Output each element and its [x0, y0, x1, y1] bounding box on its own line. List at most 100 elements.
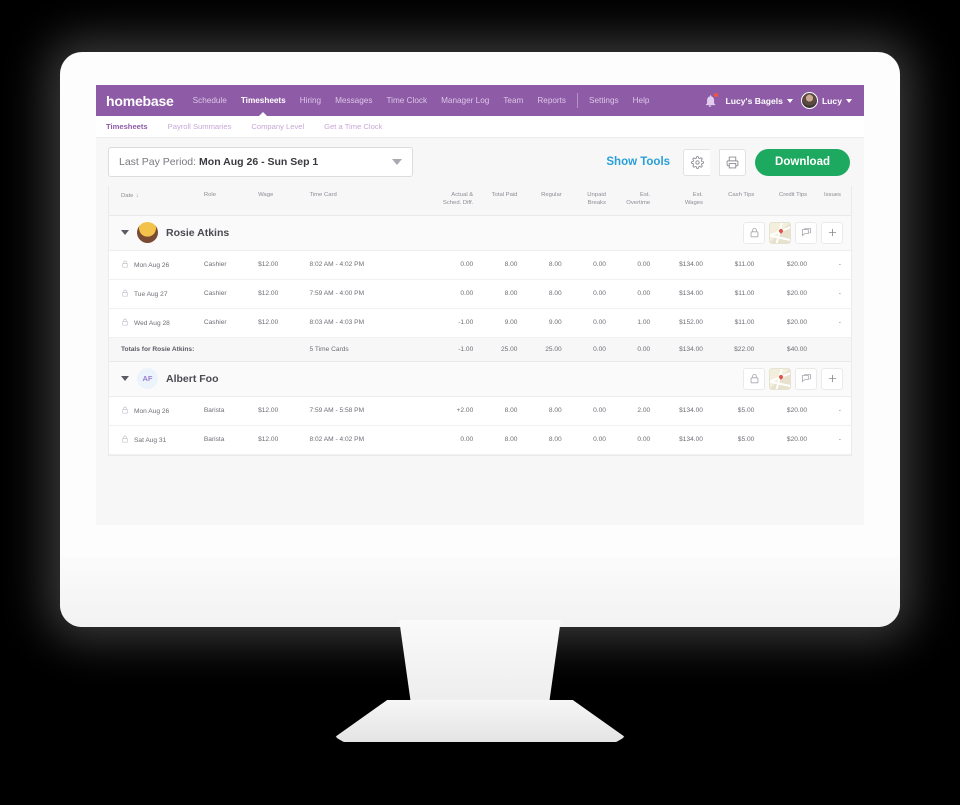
table-row[interactable]: Wed Aug 28 Cashier $12.00 8:03 AM - 4:03 PM… [109, 308, 851, 338]
add-button[interactable] [821, 367, 843, 390]
user-name: Lucy [821, 95, 842, 106]
user-menu[interactable]: Lucy [800, 92, 852, 109]
nav-item-messages[interactable]: Messages [328, 85, 379, 116]
col-header-unpaid-breaks[interactable]: Unpaid Breaks [567, 186, 612, 216]
cell-regular: 8.00 [523, 396, 568, 426]
nav-item-settings[interactable]: Settings [582, 85, 626, 116]
col-header-wage[interactable]: Wage [258, 186, 310, 216]
col-header-date[interactable]: Date ↓ [109, 186, 204, 216]
lock-button[interactable] [743, 367, 765, 390]
cell-role: Barista [203, 425, 259, 455]
employee-name: Rosie Atkins [166, 226, 230, 239]
col-header-cash-tips[interactable]: Cash Tips [708, 186, 761, 216]
col-header-est-wages[interactable]: Est. Wages [656, 186, 709, 216]
notification-bell-icon[interactable] [703, 92, 719, 108]
cell-diff: +2.00 [432, 396, 480, 426]
print-button[interactable] [719, 148, 747, 176]
nav-item-help[interactable]: Help [626, 85, 657, 116]
cell-est_wages: $134.00 [656, 250, 709, 280]
cell-time_card: 8:03 AM - 4:03 PM [309, 308, 433, 338]
col-header-regular[interactable]: Regular [523, 186, 568, 216]
collapse-toggle-icon[interactable] [121, 230, 129, 236]
cell-cash_tips: $11.00 [708, 250, 761, 280]
table-row[interactable]: Tue Aug 27 Cashier $12.00 7:59 AM - 4:00 PM… [109, 279, 851, 309]
sub-navigation-bar: Timesheets Payroll Summaries Company Lev… [96, 116, 864, 138]
cell-est_overtime: 2.00 [611, 396, 657, 426]
col-header-total-paid[interactable]: Total Paid [479, 186, 524, 216]
comment-button[interactable] [795, 221, 817, 244]
employee-name: Albert Foo [166, 372, 219, 385]
cell-role: Cashier [203, 279, 259, 309]
nav-item-team[interactable]: Team [496, 85, 530, 116]
cell-date: Mon Aug 26 [109, 396, 204, 426]
nav-item-reports[interactable]: Reports [530, 85, 573, 116]
cell-est_overtime: 1.00 [611, 308, 657, 338]
notification-badge [714, 92, 719, 97]
cell-credit_tips: $20.00 [760, 250, 814, 280]
cell-total_paid: 9.00 [479, 308, 524, 338]
col-header-credit-tips[interactable]: Credit Tips [760, 186, 814, 216]
company-name: Lucy's Bagels [725, 95, 783, 106]
totals-wage [258, 337, 310, 362]
show-tools-button[interactable]: Show Tools [606, 156, 670, 168]
sort-descending-icon: ↓ [135, 193, 139, 199]
cell-wage: $12.00 [258, 308, 310, 338]
cell-regular: 8.00 [523, 279, 568, 309]
employee-group-header: Rosie Atkins [109, 215, 851, 251]
cell-time_card: 7:59 AM - 4:00 PM [309, 279, 433, 309]
cell-regular: 8.00 [523, 425, 568, 455]
subnav-item-timesheets[interactable]: Timesheets [106, 122, 159, 131]
nav-item-time-clock[interactable]: Time Clock [379, 85, 434, 116]
cell-credit_tips: $20.00 [760, 425, 814, 455]
map-button[interactable] [769, 221, 791, 244]
cell-regular: 9.00 [523, 308, 568, 338]
map-button[interactable] [769, 367, 791, 390]
cell-cash_tips: $5.00 [708, 396, 761, 426]
totals-issues [813, 337, 851, 362]
timesheet-table: Date ↓ Role Wage Time Card Actual & Sched… [109, 186, 851, 455]
collapse-toggle-icon[interactable] [121, 376, 129, 382]
monitor-screen: homebase Schedule Timesheets Hiring Mess… [96, 85, 864, 525]
nav-item-timesheets[interactable]: Timesheets [234, 85, 293, 116]
cell-time_card: 8:02 AM - 4:02 PM [309, 425, 433, 455]
pay-period-dropdown[interactable]: Last Pay Period: Mon Aug 26 - Sun Sep 1 [108, 147, 413, 177]
col-header-actual-sched-diff[interactable]: Actual & Sched. Diff. [432, 186, 480, 216]
col-header-est-overtime[interactable]: Est. Overtime [611, 186, 657, 216]
subnav-item-get-a-time-clock[interactable]: Get a Time Clock [324, 122, 393, 131]
employee-group-header: AF Albert Foo [109, 361, 851, 397]
col-header-issues[interactable]: Issues [813, 186, 851, 216]
cell-est_wages: $134.00 [656, 396, 709, 426]
cell-date: Sat Aug 31 [109, 425, 204, 455]
col-header-role[interactable]: Role [203, 186, 259, 216]
table-body: Rosie Atkins Mon Aug 26 Cashier $12.00 8:02 … [109, 215, 851, 455]
table-row[interactable]: Sat Aug 31 Barista $12.00 8:02 AM - 4:02 PM… [109, 425, 851, 455]
chevron-down-icon [786, 98, 793, 103]
subnav-item-company-level[interactable]: Company Level [251, 122, 315, 131]
employee-actions [743, 367, 843, 390]
nav-item-schedule[interactable]: Schedule [186, 85, 234, 116]
cell-date: Wed Aug 28 [109, 308, 204, 338]
col-label-date: Date [121, 193, 134, 199]
col-header-time-card[interactable]: Time Card [309, 186, 433, 216]
subnav-item-payroll-summaries[interactable]: Payroll Summaries [168, 122, 243, 131]
add-button[interactable] [821, 221, 843, 244]
table-row[interactable]: Mon Aug 26 Cashier $12.00 8:02 AM - 4:02 PM… [109, 250, 851, 280]
download-button[interactable]: Download [755, 148, 850, 176]
cell-diff: 0.00 [432, 425, 480, 455]
nav-item-manager-log[interactable]: Manager Log [434, 85, 496, 116]
cell-est_wages: $152.00 [656, 308, 709, 338]
homebase-logo[interactable]: homebase [106, 94, 174, 108]
comment-button[interactable] [795, 367, 817, 390]
cell-unpaid_breaks: 0.00 [567, 396, 612, 426]
pay-period-value: Mon Aug 26 - Sun Sep 1 [199, 156, 319, 168]
table-row[interactable]: Mon Aug 26 Barista $12.00 7:59 AM - 5:58 PM… [109, 396, 851, 426]
top-navigation-bar: homebase Schedule Timesheets Hiring Mess… [96, 85, 864, 116]
lock-button[interactable] [743, 221, 765, 244]
avatar [137, 222, 158, 244]
company-switcher[interactable]: Lucy's Bagels [725, 95, 793, 106]
totals-role [203, 337, 259, 362]
settings-button[interactable] [683, 148, 711, 176]
cell-diff: -1.00 [432, 308, 480, 338]
pay-period-prefix: Last Pay Period: [119, 156, 197, 168]
nav-item-hiring[interactable]: Hiring [293, 85, 328, 116]
